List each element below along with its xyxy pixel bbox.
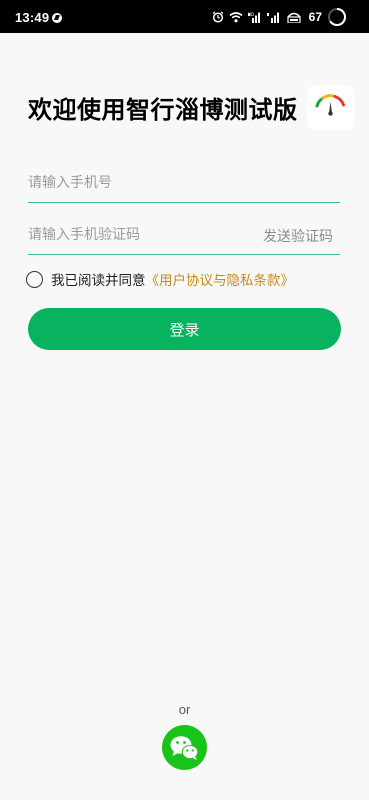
status-bar: 13:49 HD 67	[0, 0, 369, 33]
notification-icon	[52, 13, 62, 23]
wechat-icon	[170, 736, 199, 760]
signal-icon: HD	[247, 12, 260, 23]
svg-text:HD: HD	[248, 12, 254, 17]
send-code-button[interactable]: 发送验证码	[263, 226, 333, 246]
phone-input[interactable]	[28, 170, 248, 196]
alarm-icon	[212, 11, 224, 23]
signal-icon	[266, 12, 279, 23]
page-title: 欢迎使用智行淄博测试版	[28, 96, 298, 124]
battery-percent: 67	[308, 10, 322, 24]
app-logo	[307, 85, 354, 130]
agreement-row: 我已阅读并同意 《用户协议与隐私条款》	[26, 268, 294, 290]
code-field: 发送验证码	[28, 214, 340, 255]
battery-icon	[328, 8, 346, 26]
hotspot-icon	[287, 12, 301, 23]
status-time: 13:49	[15, 10, 50, 25]
wifi-icon	[229, 12, 243, 23]
login-screen: 13:49 HD 67 欢迎使用智行淄博测试版 请输入手机号 请输入手机验证码 …	[0, 0, 369, 800]
status-icons: HD 67	[212, 8, 347, 26]
or-divider-text: or	[178, 702, 191, 717]
wechat-login-button[interactable]	[162, 725, 207, 770]
speedometer-logo-icon	[315, 94, 345, 116]
agreement-link[interactable]: 《用户协议与隐私条款》	[146, 269, 295, 289]
verification-code-input[interactable]	[28, 222, 248, 248]
login-button-label: 登录	[169, 320, 200, 339]
login-button[interactable]: 登录	[28, 308, 341, 350]
phone-field	[28, 162, 340, 203]
agreement-radio[interactable]	[26, 270, 43, 288]
agreement-text: 我已阅读并同意	[51, 273, 146, 289]
